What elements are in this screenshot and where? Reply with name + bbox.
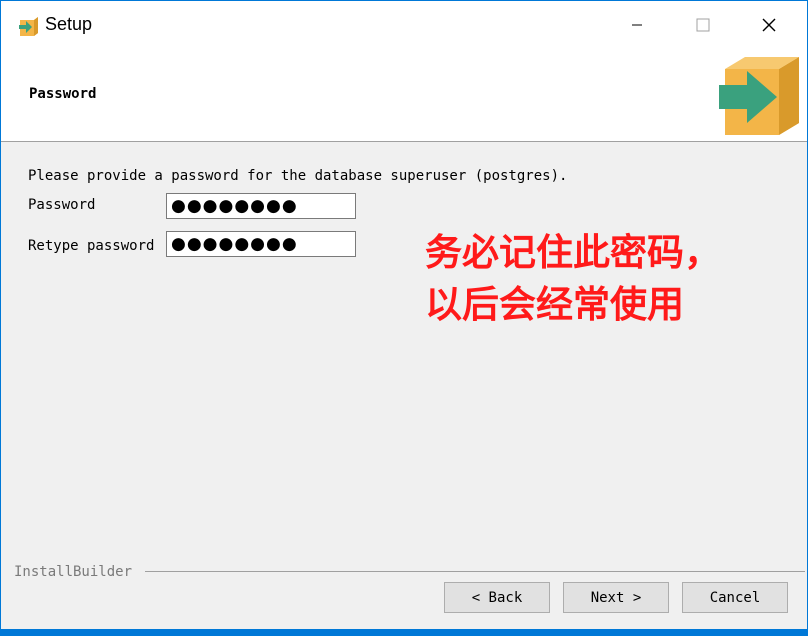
maximize-button[interactable] <box>670 1 736 49</box>
password-field[interactable]: ●●●●●●●● <box>166 193 356 219</box>
next-button[interactable]: Next > <box>563 582 669 613</box>
page-header: Password <box>1 49 807 142</box>
maximize-icon <box>696 18 710 32</box>
window-title: Setup <box>45 14 93 34</box>
retype-password-field[interactable]: ●●●●●●●● <box>166 231 356 257</box>
minimize-button[interactable] <box>604 1 670 49</box>
cancel-button[interactable]: Cancel <box>682 582 788 613</box>
minimize-icon <box>632 24 642 26</box>
annotation-line-2: 以后会经常使用 <box>425 283 684 326</box>
retype-password-label: Retype password <box>28 238 155 254</box>
annotation-line-1: 务必记住此密码， <box>425 231 721 274</box>
back-button[interactable]: < Back <box>444 582 550 613</box>
brand-label: InstallBuilder <box>14 564 137 580</box>
setup-window: Setup Password Please provide a password… <box>1 1 807 629</box>
close-button[interactable] <box>736 1 802 49</box>
red-annotation: 务必记住此密码， 以后会经常使用 <box>425 227 721 331</box>
installer-box-arrow-icon <box>719 57 799 135</box>
app-icon <box>19 17 38 36</box>
password-label: Password <box>28 197 96 213</box>
title-bar[interactable]: Setup <box>1 1 807 49</box>
page-title: Password <box>29 86 97 102</box>
intro-text: Please provide a password for the databa… <box>28 168 568 184</box>
footer-divider <box>145 571 805 572</box>
close-icon <box>762 18 776 32</box>
